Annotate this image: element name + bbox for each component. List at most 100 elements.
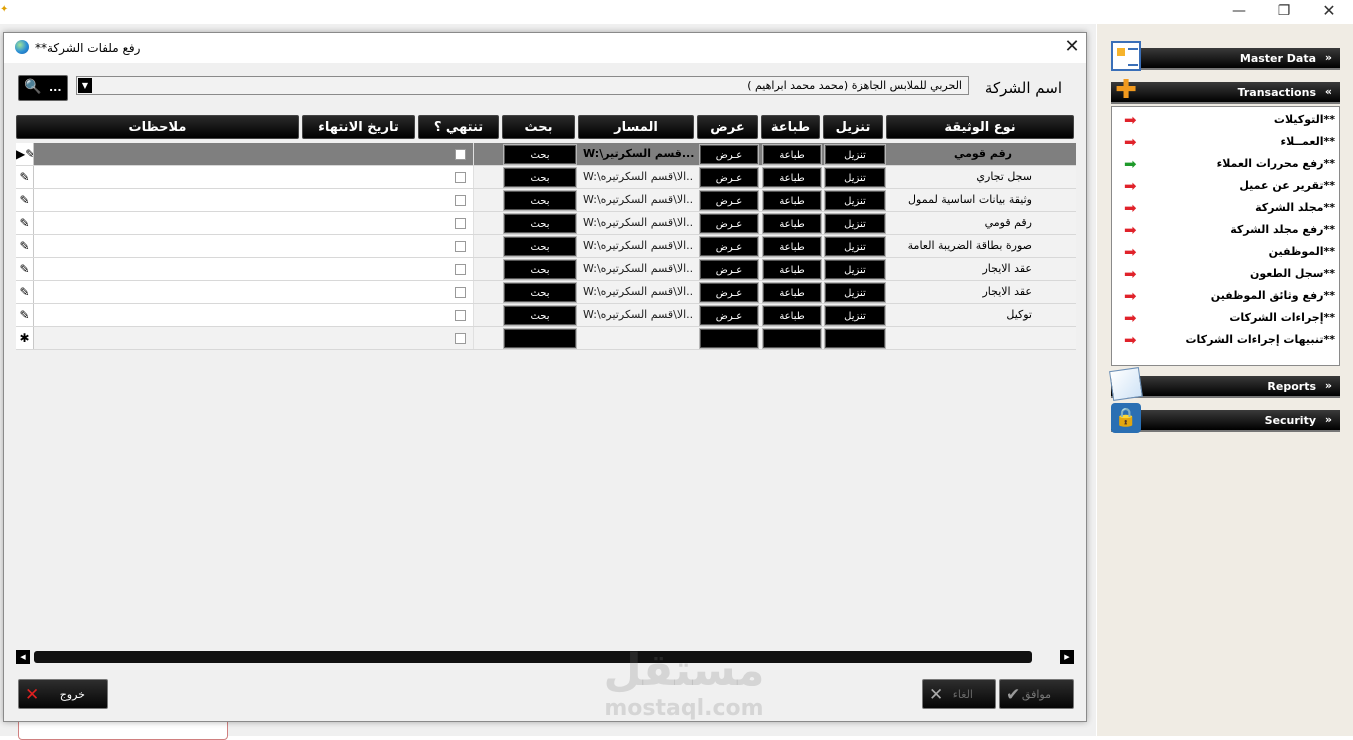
search-file-button[interactable]: بحث (503, 213, 577, 234)
col-header-print[interactable]: طباعة (761, 115, 820, 139)
view-button[interactable]: عـرض (699, 167, 759, 188)
print-button[interactable]: طباعة (762, 213, 822, 234)
print-button[interactable]: طباعة (762, 144, 822, 165)
doc-type-cell[interactable]: صورة بطاقة الضريبة العامة (892, 235, 1072, 257)
end-date-cell[interactable] (306, 304, 418, 326)
row-selector[interactable]: ✎ (16, 212, 34, 234)
doc-type-cell[interactable]: توكيل (892, 304, 1072, 326)
nav-section-master-data[interactable]: Master Data » (1111, 41, 1340, 71)
scroll-left-icon[interactable]: ◀ (16, 650, 30, 664)
ends-checkbox[interactable] (454, 240, 466, 252)
view-button[interactable]: عـرض (699, 305, 759, 326)
close-window-button[interactable]: ✕ (1306, 0, 1352, 22)
download-button[interactable]: تنزيل (824, 305, 886, 326)
download-button[interactable]: تنزيل (824, 236, 886, 257)
print-button[interactable]: طباعة (762, 259, 822, 280)
print-button[interactable]: طباعة (762, 236, 822, 257)
col-header-notes[interactable]: ملاحظات (16, 115, 299, 139)
row-selector[interactable]: ✎ (16, 166, 34, 188)
nav-section-security[interactable]: 🔒 Security » (1111, 403, 1340, 433)
chevron-down-icon[interactable]: ▼ (78, 78, 92, 93)
nav-section-transactions[interactable]: ✚ Transactions « (1111, 75, 1340, 105)
table-row[interactable]: ✎ بحث W:\الا\قسم السكرتيره... عـرضطباعةتنزي… (16, 166, 1076, 189)
view-button[interactable]: عـرض (699, 144, 759, 165)
end-date-cell[interactable] (306, 143, 418, 165)
doc-type-cell[interactable]: عقد الايجار (892, 258, 1072, 280)
company-select[interactable]: ▼ الحربي للملابس الجاهزة (محمد محمد ابرا… (76, 76, 969, 95)
print-button[interactable]: طباعة (762, 305, 822, 326)
doc-type-cell[interactable]: رقم قومي (892, 212, 1072, 234)
end-date-cell[interactable] (306, 281, 418, 303)
search-file-button[interactable]: بحث (503, 144, 577, 165)
view-button[interactable]: عـرض (699, 236, 759, 257)
end-date-cell[interactable] (306, 258, 418, 280)
nav-item-transaction[interactable]: ➡ **تقرير عن عميل (1112, 175, 1341, 197)
exit-button[interactable]: ✕ خروج (18, 679, 108, 709)
search-button[interactable] (503, 328, 577, 349)
doc-type-cell[interactable]: وثيقة بيانات اساسية لممول (892, 189, 1072, 211)
ok-button[interactable]: ✔ موافق (999, 679, 1074, 709)
cancel-button[interactable]: ✕ الغاء (922, 679, 996, 709)
ends-checkbox[interactable] (454, 332, 466, 344)
view-button[interactable] (699, 328, 759, 349)
col-header-view[interactable]: عرض (697, 115, 758, 139)
col-header-doc-type[interactable]: نوع الوثيقة (886, 115, 1074, 139)
nav-item-transaction[interactable]: ➡ **التوكيلات (1112, 109, 1341, 131)
search-file-button[interactable]: بحث (503, 259, 577, 280)
row-selector[interactable]: ✎ (16, 189, 34, 211)
new-row-selector[interactable]: ✱ (16, 327, 34, 349)
ends-checkbox[interactable] (454, 286, 466, 298)
search-file-button[interactable]: بحث (503, 167, 577, 188)
col-header-ends[interactable]: تنتهي ؟ (418, 115, 499, 139)
scroll-thumb[interactable] (34, 651, 1032, 663)
ends-checkbox[interactable] (454, 263, 466, 275)
nav-item-transaction[interactable]: ➡ **العمــلاء (1112, 131, 1341, 153)
ends-checkbox[interactable] (454, 171, 466, 183)
scroll-right-icon[interactable]: ▶ (1060, 650, 1074, 664)
nav-item-transaction[interactable]: ➡ **رفع مجلد الشركة (1112, 219, 1341, 241)
col-header-path[interactable]: المسار (578, 115, 694, 139)
download-button[interactable]: تنزيل (824, 259, 886, 280)
nav-item-transaction[interactable]: ➡ **تنبيهات إجراءات الشركات (1112, 329, 1341, 351)
doc-type-cell[interactable]: عقد الايجار (892, 281, 1072, 303)
nav-item-transaction[interactable]: ➡ **رفع وثائق الموظفين (1112, 285, 1341, 307)
row-selector[interactable]: ✎ (16, 235, 34, 257)
ends-checkbox[interactable] (454, 309, 466, 321)
search-file-button[interactable]: بحث (503, 190, 577, 211)
table-row[interactable]: ▶✎ بحث W:\قسم السكرتير... عـرض طباعة تنزيل رقم… (16, 143, 1076, 166)
download-button[interactable]: تنزيل (824, 167, 886, 188)
search-file-button[interactable]: بحث (503, 282, 577, 303)
doc-type-cell[interactable]: سجل تجاري (892, 166, 1072, 188)
nav-item-transaction[interactable]: ➡ **رفع محررات العملاء (1112, 153, 1341, 175)
notes-cell[interactable] (34, 327, 474, 349)
nav-section-reports[interactable]: Reports » (1109, 367, 1340, 401)
row-selector[interactable]: ▶✎ (16, 143, 34, 165)
maximize-button[interactable]: ❐ (1261, 0, 1307, 22)
nav-item-transaction[interactable]: ➡ **إجراءات الشركات (1112, 307, 1341, 329)
view-button[interactable]: عـرض (699, 259, 759, 280)
download-button[interactable] (824, 328, 886, 349)
download-button[interactable]: تنزيل (824, 213, 886, 234)
end-date-cell[interactable] (306, 189, 418, 211)
view-button[interactable]: عـرض (699, 213, 759, 234)
new-row[interactable]: ✱ (16, 327, 1076, 350)
print-button[interactable]: طباعة (762, 167, 822, 188)
search-file-button[interactable]: بحث (503, 305, 577, 326)
table-row[interactable]: ✎ بحث W:\الا\قسم السكرتيره... عـرضطباعةتنزي… (16, 304, 1076, 327)
row-selector[interactable]: ✎ (16, 258, 34, 280)
end-date-cell[interactable] (306, 212, 418, 234)
end-date-cell[interactable] (306, 235, 418, 257)
table-row[interactable]: ✎ بحث W:\الا\قسم السكرتيره... عـرضطباعةتنزي… (16, 235, 1076, 258)
table-row[interactable]: ✎ بحث W:\الا\قسم السكرتيره... عـرضطباعةتنزي… (16, 189, 1076, 212)
company-search-button[interactable]: 🔍 ... (18, 75, 68, 101)
end-date-cell[interactable] (306, 166, 418, 188)
table-row[interactable]: ✎ بحث W:\الا\قسم السكرتيره... عـرضطباعةتنزي… (16, 212, 1076, 235)
download-button[interactable]: تنزيل (824, 190, 886, 211)
view-button[interactable]: عـرض (699, 190, 759, 211)
ends-checkbox[interactable] (454, 194, 466, 206)
download-button[interactable]: تنزيل (824, 144, 886, 165)
view-button[interactable]: عـرض (699, 282, 759, 303)
col-header-end-date[interactable]: تاريخ الانتهاء (302, 115, 415, 139)
nav-item-transaction[interactable]: ➡ **سجل الطعون (1112, 263, 1341, 285)
doc-type-cell[interactable]: رقم قومي (892, 143, 1072, 165)
